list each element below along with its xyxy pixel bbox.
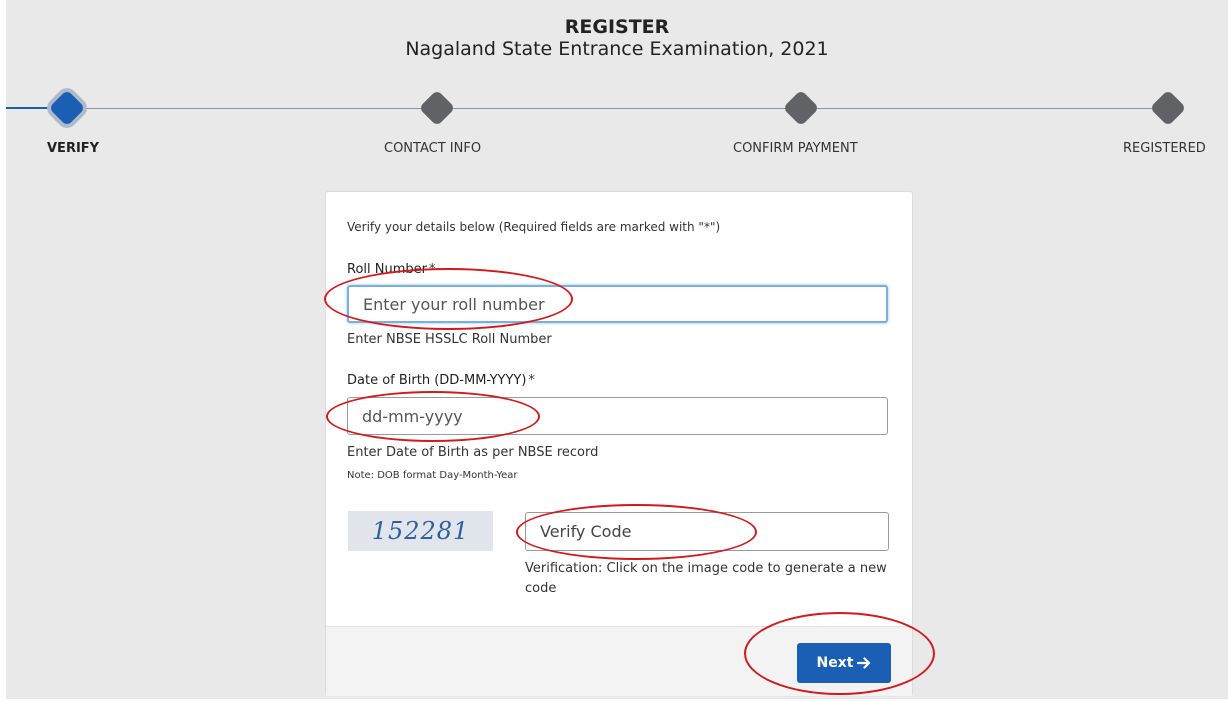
roll-number-input[interactable] — [347, 285, 888, 323]
roll-number-label: Roll Number * — [347, 262, 435, 277]
verify-code-input[interactable] — [525, 512, 889, 551]
captcha-image[interactable]: 152281 — [348, 511, 493, 551]
form-intro: Verify your details below (Required fiel… — [347, 220, 721, 234]
verify-form-card: Verify your details below (Required fiel… — [325, 191, 913, 696]
step-line — [68, 108, 1168, 109]
dob-label: Date of Birth (DD-MM-YYYY) * — [347, 373, 535, 388]
step-registered-diamond-icon — [1149, 89, 1187, 127]
page-subtitle: Nagaland State Entrance Examination, 202… — [405, 38, 829, 60]
required-marker: * — [428, 262, 436, 277]
page: REGISTER Nagaland State Entrance Examina… — [6, 0, 1228, 699]
step-verify-label: VERIFY — [47, 141, 100, 156]
step-contact-label: CONTACT INFO — [384, 141, 482, 156]
next-button[interactable]: Next — [797, 643, 891, 683]
roll-number-label-text: Roll Number — [347, 262, 427, 277]
dob-label-text: Date of Birth (DD-MM-YYYY) — [347, 373, 527, 388]
roll-number-help: Enter NBSE HSSLC Roll Number — [347, 332, 552, 347]
dob-input[interactable] — [347, 397, 888, 435]
step-registered-label: REGISTERED — [1123, 141, 1206, 156]
step-payment-label: CONFIRM PAYMENT — [733, 141, 858, 156]
step-payment-diamond-icon — [782, 89, 820, 127]
dob-note: Note: DOB format Day-Month-Year — [347, 470, 518, 481]
next-button-label: Next — [816, 655, 854, 671]
step-contact-diamond-icon — [418, 89, 456, 127]
page-title: REGISTER — [564, 16, 670, 38]
arrow-right-icon — [857, 657, 871, 669]
required-marker: * — [528, 373, 535, 388]
step-verify-diamond-icon — [48, 89, 86, 127]
captcha-help: Verification: Click on the image code to… — [525, 561, 887, 596]
dob-help: Enter Date of Birth as per NBSE record — [347, 445, 599, 460]
